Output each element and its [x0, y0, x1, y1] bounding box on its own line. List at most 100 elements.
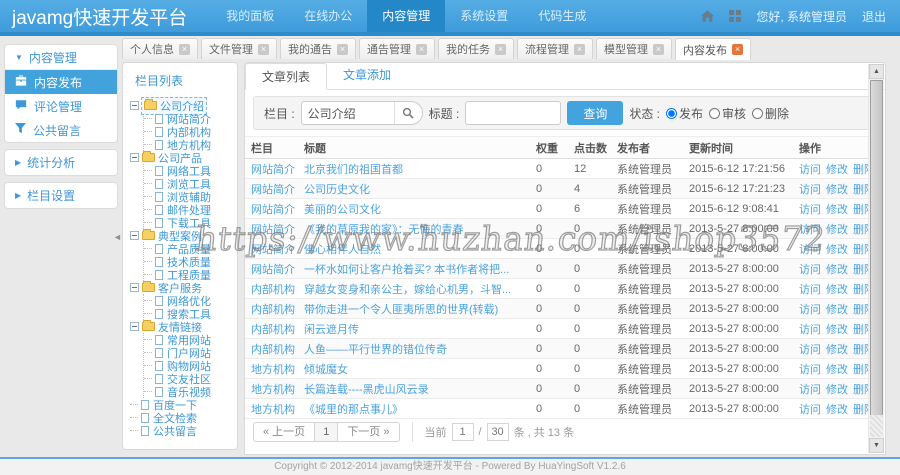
- article-title-link[interactable]: 长篇连载----黑虎山风云录: [304, 384, 429, 396]
- action-delete-link[interactable]: 删除: [853, 344, 869, 356]
- tree-collapse-icon[interactable]: [130, 283, 139, 292]
- nav-item[interactable]: 系统设置: [445, 0, 523, 32]
- category-input[interactable]: [301, 102, 394, 124]
- tree-collapse-icon[interactable]: [130, 153, 139, 162]
- sidebar-panel-header[interactable]: ▼ 内容管理: [5, 45, 117, 70]
- tab-close-icon[interactable]: ×: [179, 43, 190, 55]
- action-visit-link[interactable]: 访问: [799, 344, 821, 356]
- tab-close-icon[interactable]: ×: [574, 43, 585, 55]
- action-edit-link[interactable]: 修改: [826, 244, 848, 256]
- category-search-icon[interactable]: [393, 102, 422, 124]
- sidebar-panel-header[interactable]: ▶ 栏目设置: [5, 183, 117, 208]
- workspace-tab[interactable]: 我的通告 ×: [280, 38, 356, 59]
- action-delete-link[interactable]: 删除: [853, 384, 869, 396]
- action-edit-link[interactable]: 修改: [826, 284, 848, 296]
- action-edit-link[interactable]: 修改: [826, 164, 848, 176]
- article-title-link[interactable]: 倾城魔女: [304, 364, 348, 376]
- action-edit-link[interactable]: 修改: [826, 384, 848, 396]
- logout-link[interactable]: 退出: [862, 8, 886, 25]
- action-visit-link[interactable]: 访问: [799, 164, 821, 176]
- nav-item[interactable]: 我的面板: [211, 0, 289, 32]
- workspace-tab[interactable]: 我的任务 ×: [438, 38, 514, 59]
- action-visit-link[interactable]: 访问: [799, 184, 821, 196]
- category-picker[interactable]: [300, 101, 423, 125]
- category-link[interactable]: 网站简介: [251, 224, 295, 236]
- action-edit-link[interactable]: 修改: [826, 364, 848, 376]
- sidebar-item[interactable]: 评论管理: [5, 94, 117, 118]
- panel-collapse-arrow[interactable]: ◄: [113, 232, 122, 242]
- tree-node-label[interactable]: 公共留言: [153, 423, 197, 439]
- tab-close-icon[interactable]: ×: [653, 43, 664, 55]
- action-edit-link[interactable]: 修改: [826, 184, 848, 196]
- sidebar-item[interactable]: 公共留言: [5, 118, 117, 142]
- query-button[interactable]: 查询: [567, 101, 624, 125]
- action-visit-link[interactable]: 访问: [799, 304, 821, 316]
- action-delete-link[interactable]: 删除: [853, 184, 869, 196]
- apps-grid-icon[interactable]: [729, 10, 742, 22]
- action-delete-link[interactable]: 删除: [853, 264, 869, 276]
- current-page-input[interactable]: 1: [451, 423, 474, 441]
- category-link[interactable]: 地方机构: [251, 384, 295, 396]
- tab-close-icon[interactable]: ×: [337, 43, 348, 55]
- action-delete-link[interactable]: 删除: [853, 164, 869, 176]
- nav-item[interactable]: 内容管理: [367, 0, 446, 32]
- nav-item[interactable]: 在线办公: [289, 0, 367, 32]
- article-title-link[interactable]: 闲云遮月传: [304, 324, 359, 336]
- category-link[interactable]: 内部机构: [251, 344, 295, 356]
- article-title-link[interactable]: 公司历史文化: [304, 184, 370, 196]
- action-visit-link[interactable]: 访问: [799, 364, 821, 376]
- next-page-button[interactable]: 下一页 »: [338, 422, 400, 442]
- article-title-link[interactable]: 北京我们的祖国首都: [304, 164, 403, 176]
- action-visit-link[interactable]: 访问: [799, 224, 821, 236]
- sidebar-panel-header[interactable]: ▶ 统计分析: [5, 150, 117, 175]
- article-title-link[interactable]: 一杯水如何让客户抢着买? 本书作者将把...: [304, 264, 509, 276]
- tree-node[interactable]: 公共留言: [130, 423, 237, 439]
- workspace-tab[interactable]: 模型管理 ×: [596, 38, 672, 59]
- action-delete-link[interactable]: 删除: [853, 304, 869, 316]
- action-delete-link[interactable]: 删除: [853, 224, 869, 236]
- tree-collapse-icon[interactable]: [130, 322, 139, 331]
- action-edit-link[interactable]: 修改: [826, 224, 848, 236]
- action-edit-link[interactable]: 修改: [826, 304, 848, 316]
- title-input[interactable]: [465, 101, 562, 125]
- action-visit-link[interactable]: 访问: [799, 404, 821, 416]
- nav-item[interactable]: 代码生成: [523, 0, 601, 32]
- action-edit-link[interactable]: 修改: [826, 204, 848, 216]
- action-edit-link[interactable]: 修改: [826, 324, 848, 336]
- action-visit-link[interactable]: 访问: [799, 244, 821, 256]
- category-link[interactable]: 内部机构: [251, 284, 295, 296]
- category-link[interactable]: 网站简介: [251, 204, 295, 216]
- action-edit-link[interactable]: 修改: [826, 344, 848, 356]
- page-size-input[interactable]: 30: [486, 423, 509, 441]
- category-link[interactable]: 地方机构: [251, 404, 295, 416]
- status-radio[interactable]: [666, 107, 678, 119]
- scrollbar-track[interactable]: [870, 415, 883, 437]
- category-link[interactable]: 网站简介: [251, 164, 295, 176]
- page-number-button[interactable]: 1: [315, 422, 339, 442]
- tab-close-icon[interactable]: ×: [416, 43, 427, 55]
- action-delete-link[interactable]: 删除: [853, 204, 869, 216]
- action-delete-link[interactable]: 删除: [853, 404, 869, 416]
- sidebar-item[interactable]: 内容发布: [5, 70, 117, 94]
- tab-article-add[interactable]: 文章添加: [327, 62, 407, 89]
- workspace-tab[interactable]: 流程管理 ×: [517, 38, 593, 59]
- action-delete-link[interactable]: 删除: [853, 284, 869, 296]
- status-radio[interactable]: [752, 107, 764, 119]
- tab-close-icon[interactable]: ×: [258, 43, 269, 55]
- category-link[interactable]: 内部机构: [251, 304, 295, 316]
- scroll-down-button[interactable]: ▼: [869, 438, 884, 453]
- action-delete-link[interactable]: 删除: [853, 244, 869, 256]
- action-edit-link[interactable]: 修改: [826, 404, 848, 416]
- tab-close-icon[interactable]: ×: [495, 43, 506, 55]
- category-link[interactable]: 网站简介: [251, 264, 295, 276]
- workspace-tab[interactable]: 文件管理 ×: [201, 38, 277, 59]
- workspace-tab[interactable]: 通告管理 ×: [359, 38, 435, 59]
- article-title-link[interactable]: 美丽的公司文化: [304, 204, 381, 216]
- workspace-tab[interactable]: 内容发布 ×: [675, 38, 751, 60]
- status-radio[interactable]: [709, 107, 721, 119]
- category-link[interactable]: 网站简介: [251, 184, 295, 196]
- home-icon[interactable]: [701, 10, 715, 22]
- category-link[interactable]: 内部机构: [251, 324, 295, 336]
- status-radio-option[interactable]: 发布: [666, 105, 703, 122]
- article-title-link[interactable]: 带你走进一个令人匪夷所思的世界(转载): [304, 304, 498, 316]
